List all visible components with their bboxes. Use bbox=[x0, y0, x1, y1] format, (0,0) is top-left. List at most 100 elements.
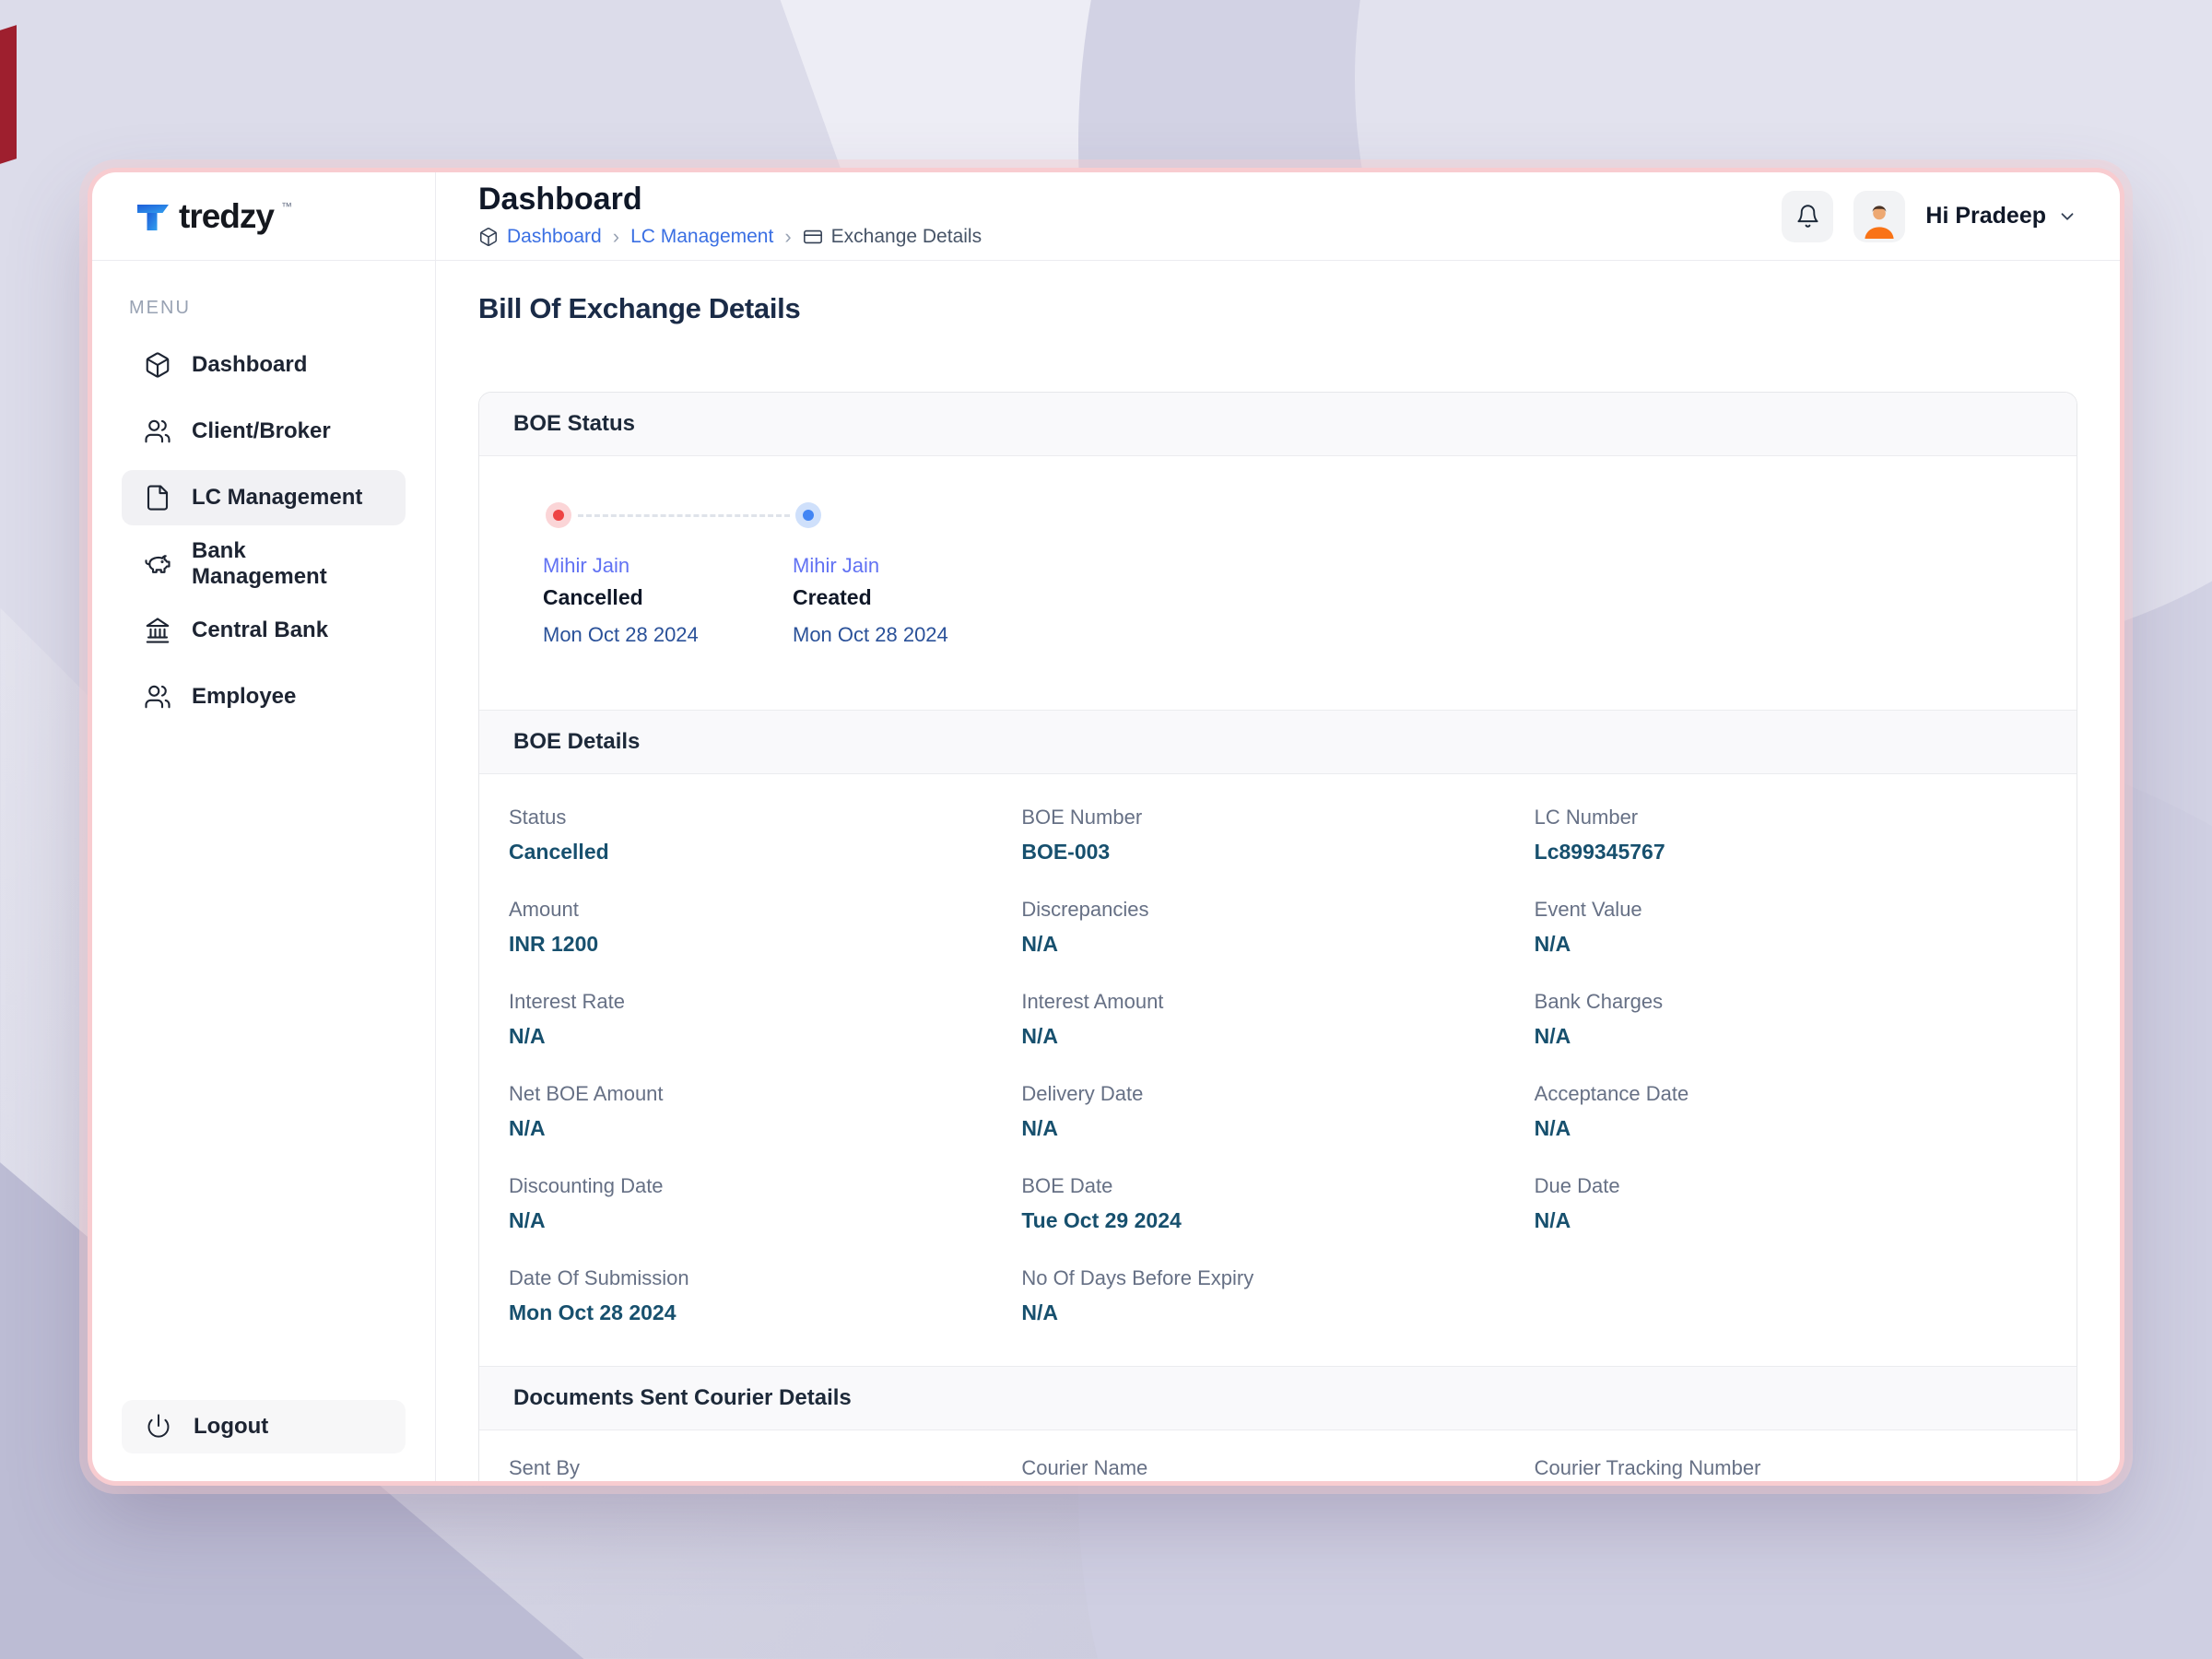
sidebar-item-bank-management[interactable]: Bank Management bbox=[122, 536, 406, 592]
breadcrumb-label: Exchange Details bbox=[830, 226, 982, 248]
sidebar-item-central-bank[interactable]: Central Bank bbox=[122, 603, 406, 658]
field-label: Discounting Date bbox=[509, 1174, 664, 1197]
breadcrumb-item-lc-management[interactable]: LC Management bbox=[630, 226, 773, 248]
file-icon bbox=[144, 484, 171, 512]
logout-button[interactable]: Logout bbox=[122, 1400, 406, 1453]
field-label: Status bbox=[509, 806, 567, 829]
field-acceptance-date: Acceptance Date N/A bbox=[1535, 1082, 2047, 1141]
field-boe-date: BOE Date Tue Oct 29 2024 bbox=[1021, 1174, 1534, 1233]
field-label: Date Of Submission bbox=[509, 1266, 689, 1289]
sidebar-item-client-broker[interactable]: Client/Broker bbox=[122, 404, 406, 459]
sidebar-item-dashboard[interactable]: Dashboard bbox=[122, 337, 406, 393]
sidebar: tredzy ™ MENU Dashboard Client/Broker LC… bbox=[92, 172, 436, 1481]
field-courier-name: Courier Name bbox=[1021, 1456, 1534, 1480]
field-bank-charges: Bank Charges N/A bbox=[1535, 990, 2047, 1049]
timeline-event-cancelled: Mihir Jain Cancelled Mon Oct 28 2024 bbox=[543, 502, 793, 647]
page-title: Bill Of Exchange Details bbox=[478, 292, 801, 324]
field-value: N/A bbox=[1534, 1024, 1571, 1048]
field-label: Amount bbox=[509, 898, 579, 921]
app-window: tredzy ™ MENU Dashboard Client/Broker LC… bbox=[92, 172, 2120, 1481]
breadcrumb-label: Dashboard bbox=[507, 226, 602, 248]
field-lc-number: LC Number Lc899345767 bbox=[1535, 806, 2047, 865]
bell-icon bbox=[1797, 205, 1818, 228]
bg-red-sliver bbox=[0, 25, 17, 164]
field-value: Mon Oct 28 2024 bbox=[509, 1300, 677, 1324]
event-user-link[interactable]: Mihir Jain bbox=[543, 554, 793, 578]
breadcrumb-separator: › bbox=[612, 225, 620, 249]
field-net-boe-amount: Net BOE Amount N/A bbox=[509, 1082, 1021, 1141]
field-value: N/A bbox=[509, 1024, 546, 1048]
field-courier-tracking-number: Courier Tracking Number bbox=[1535, 1456, 2047, 1480]
field-label: No Of Days Before Expiry bbox=[1021, 1266, 1254, 1289]
brand-trademark: ™ bbox=[280, 199, 292, 213]
brand-name: tredzy bbox=[179, 196, 275, 235]
event-status: Created bbox=[793, 585, 872, 609]
section-title-boe-status: BOE Status bbox=[479, 393, 2077, 456]
section-title-boe-details: BOE Details bbox=[479, 710, 2077, 774]
field-label: Courier Tracking Number bbox=[1534, 1456, 1761, 1479]
field-value: BOE-003 bbox=[1021, 840, 1111, 864]
main-area: Dashboard Dashboard › LC Management › Ex… bbox=[436, 172, 2120, 1481]
field-value: Cancelled bbox=[509, 840, 609, 864]
timeline-dot-blue bbox=[795, 502, 821, 528]
field-label: Event Value bbox=[1534, 898, 1642, 921]
avatar[interactable] bbox=[1853, 190, 1906, 242]
breadcrumb-label: LC Management bbox=[630, 226, 774, 248]
courier-details-grid: Sent By Courier Name Courier Tracking Nu… bbox=[479, 1430, 2077, 1481]
section-title-courier-details: Documents Sent Courier Details bbox=[479, 1366, 2077, 1430]
field-value: N/A bbox=[1534, 1116, 1571, 1140]
event-status: Cancelled bbox=[543, 585, 643, 609]
breadcrumb-item-dashboard[interactable]: Dashboard bbox=[478, 226, 602, 248]
header-right: Hi Pradeep bbox=[1782, 190, 2077, 242]
field-label: Due Date bbox=[1534, 1174, 1620, 1197]
status-timeline: Mihir Jain Cancelled Mon Oct 28 2024 Mih… bbox=[543, 502, 2077, 647]
field-status: Status Cancelled bbox=[509, 806, 1021, 865]
field-interest-rate: Interest Rate N/A bbox=[509, 990, 1021, 1049]
event-date: Mon Oct 28 2024 bbox=[793, 623, 948, 646]
sidebar-item-label: LC Management bbox=[192, 485, 363, 510]
power-icon bbox=[146, 1413, 173, 1441]
field-value: N/A bbox=[509, 1208, 546, 1232]
menu-section-label: MENU bbox=[129, 298, 191, 318]
header-title: Dashboard bbox=[478, 181, 642, 217]
brand-logo[interactable]: tredzy ™ bbox=[135, 196, 292, 235]
timeline-event-texts: Mihir Jain Cancelled Mon Oct 28 2024 bbox=[543, 554, 793, 647]
top-header: Dashboard Dashboard › LC Management › Ex… bbox=[436, 172, 2120, 261]
field-value: Lc899345767 bbox=[1534, 840, 1665, 864]
logout-label: Logout bbox=[194, 1414, 269, 1439]
field-label: Discrepancies bbox=[1021, 898, 1149, 921]
boe-status-body: Mihir Jain Cancelled Mon Oct 28 2024 Mih… bbox=[479, 456, 2077, 710]
event-user-link[interactable]: Mihir Jain bbox=[793, 554, 948, 578]
field-delivery-date: Delivery Date N/A bbox=[1021, 1082, 1534, 1141]
user-menu[interactable]: Hi Pradeep bbox=[1925, 203, 2077, 229]
field-interest-amount: Interest Amount N/A bbox=[1021, 990, 1534, 1049]
sidebar-item-employee[interactable]: Employee bbox=[122, 669, 406, 724]
field-value: N/A bbox=[1021, 1024, 1058, 1048]
sidebar-nav: Dashboard Client/Broker LC Management Ba… bbox=[92, 337, 435, 1400]
breadcrumb-item-exchange-details: Exchange Details bbox=[803, 226, 982, 248]
field-date-of-submission: Date Of Submission Mon Oct 28 2024 bbox=[509, 1266, 1021, 1325]
card-icon bbox=[803, 230, 822, 244]
field-value: N/A bbox=[1021, 1300, 1058, 1324]
timeline-dot-inner bbox=[803, 510, 814, 521]
field-value: N/A bbox=[509, 1116, 546, 1140]
page-content: Bill Of Exchange Details BOE Status Mihi… bbox=[436, 261, 2120, 1481]
sidebar-item-lc-management[interactable]: LC Management bbox=[122, 470, 406, 525]
field-label: BOE Date bbox=[1021, 1174, 1113, 1197]
field-event-value: Event Value N/A bbox=[1535, 898, 2047, 957]
field-label: Bank Charges bbox=[1534, 990, 1664, 1013]
sidebar-item-label: Dashboard bbox=[192, 352, 308, 377]
field-label: Acceptance Date bbox=[1534, 1082, 1689, 1105]
field-value: N/A bbox=[1021, 932, 1058, 956]
header-left: Dashboard Dashboard › LC Management › Ex… bbox=[478, 181, 982, 250]
breadcrumb: Dashboard › LC Management › Exchange Det… bbox=[478, 225, 982, 249]
notifications-button[interactable] bbox=[1782, 190, 1834, 242]
field-discrepancies: Discrepancies N/A bbox=[1021, 898, 1534, 957]
sidebar-item-label: Client/Broker bbox=[192, 418, 331, 443]
field-discounting-date: Discounting Date N/A bbox=[509, 1174, 1021, 1233]
timeline-event-created: Mihir Jain Created Mon Oct 28 2024 bbox=[793, 502, 948, 647]
users-icon bbox=[144, 683, 171, 711]
sidebar-header: tredzy ™ bbox=[92, 172, 435, 261]
tredzy-logo-icon bbox=[137, 204, 169, 230]
field-due-date: Due Date N/A bbox=[1535, 1174, 2047, 1233]
